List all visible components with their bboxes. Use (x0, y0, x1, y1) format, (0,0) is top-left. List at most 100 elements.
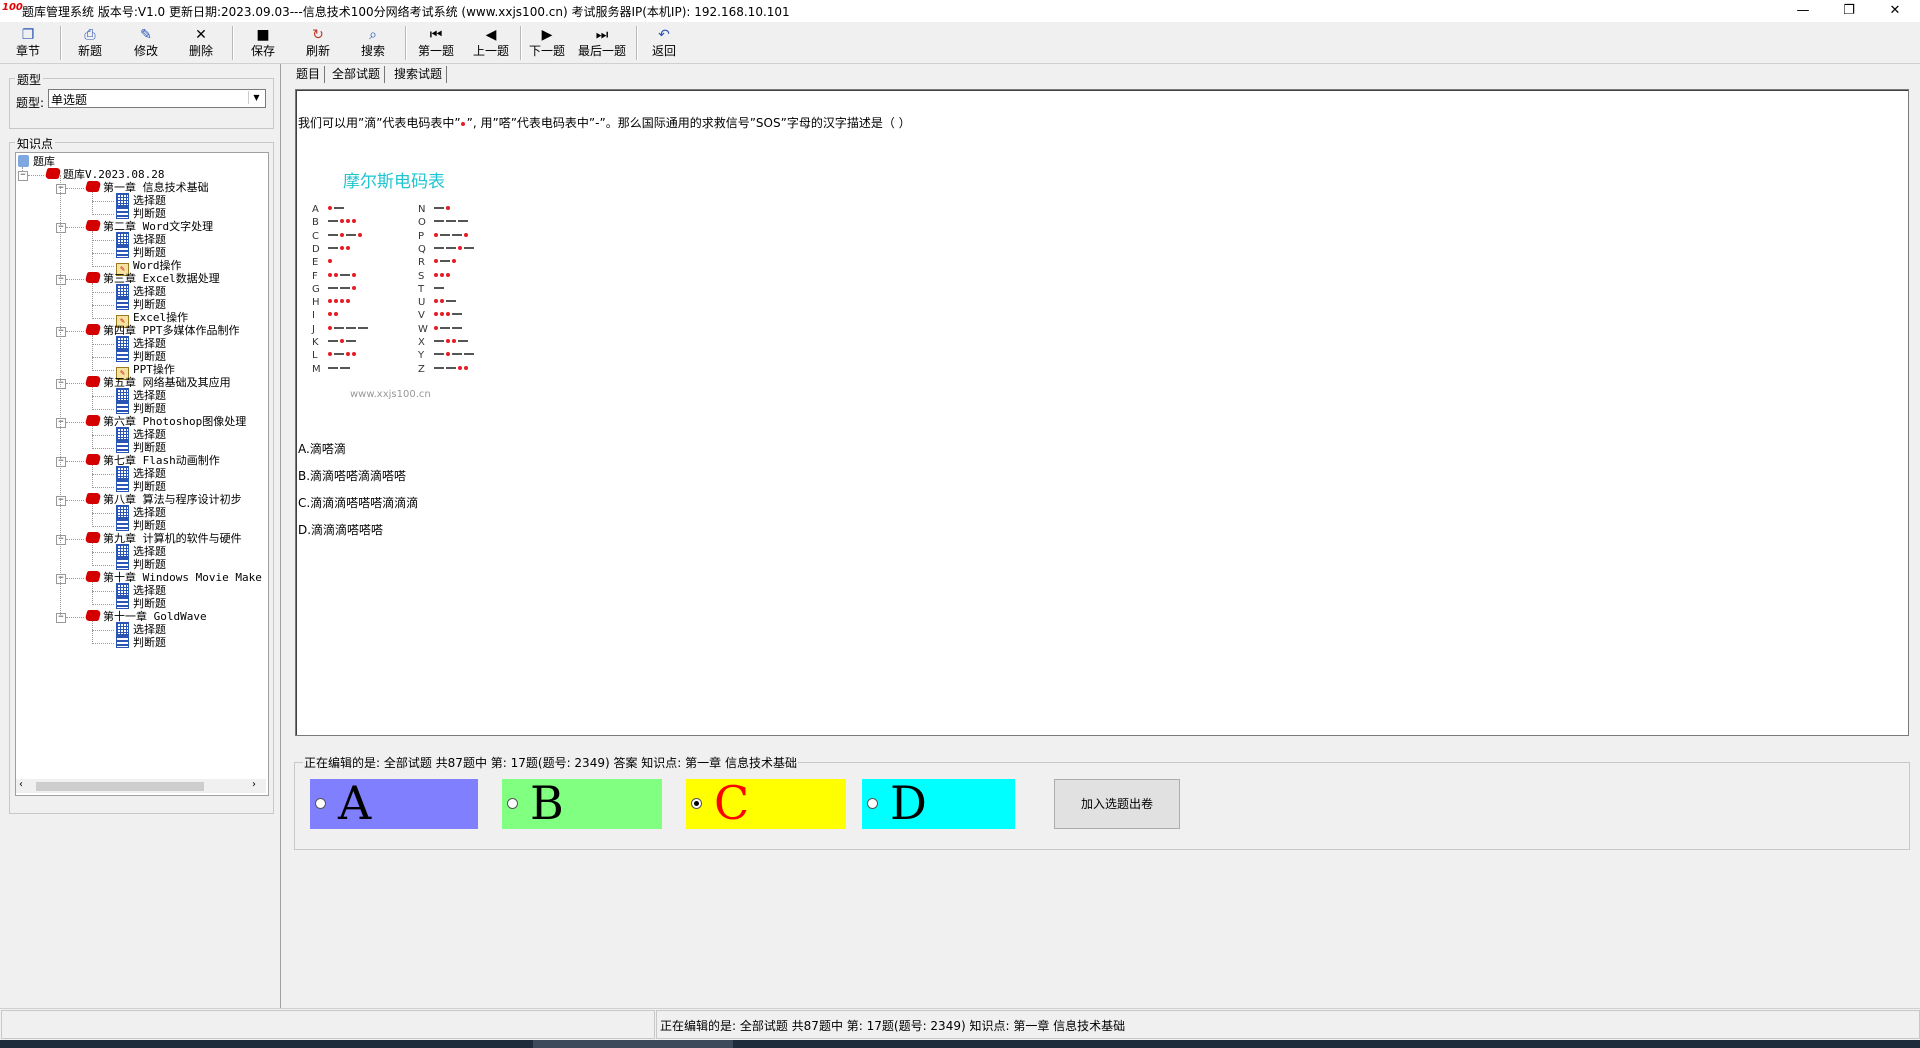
collapse-toggle-icon[interactable]: − (56, 574, 66, 584)
scroll-thumb[interactable] (36, 782, 204, 791)
close-button[interactable]: ✕ (1872, 0, 1918, 22)
new-icon: ⎙ (84, 27, 96, 43)
morse-dash (434, 246, 444, 249)
morse-letter: M (312, 363, 321, 375)
collapse-toggle-icon[interactable]: − (56, 535, 66, 545)
collapse-toggle-icon[interactable]: − (56, 613, 66, 623)
morse-dash (434, 286, 444, 289)
save-button[interactable]: ■ 保存 (237, 24, 289, 62)
collapse-toggle-icon[interactable]: − (56, 457, 66, 467)
morse-dash (346, 340, 356, 342)
question-panel[interactable] (295, 89, 1909, 736)
morse-row: Q (418, 243, 476, 257)
morse-letter: Y (418, 350, 425, 362)
edit-button[interactable]: ✎ 修改 (120, 24, 172, 62)
panel-splitter[interactable] (280, 64, 281, 1008)
morse-dash (446, 220, 456, 223)
morse-letter: P (418, 230, 425, 242)
morse-dash (434, 366, 444, 369)
tree-connector (92, 643, 114, 644)
collapse-toggle-icon[interactable]: − (56, 184, 66, 194)
knowledge-tree[interactable]: 题库 题库V.2023.08.28− 第一章 信息技术基础 − 选择题 判断题 第二章 Wo… (15, 152, 269, 796)
answer-radio[interactable] (867, 798, 878, 809)
tree-connector (66, 331, 84, 332)
morse-letter: I (312, 310, 315, 322)
search-button[interactable]: ⌕ 搜索 (347, 24, 399, 62)
tree-connector (92, 487, 114, 488)
scroll-right-icon[interactable]: › (252, 779, 256, 790)
taskbar (0, 1040, 1920, 1048)
collapse-toggle-icon[interactable]: − (56, 496, 66, 506)
tree-connector (92, 552, 114, 553)
answer-radio[interactable] (691, 798, 702, 809)
refresh-icon: ↻ (312, 27, 324, 43)
first-question-button[interactable]: ⏮ 第一题 (410, 24, 462, 62)
morse-dot (334, 272, 338, 277)
tree-horizontal-scrollbar[interactable]: ‹ › (16, 779, 266, 793)
morse-dash (328, 246, 338, 249)
morse-dot (328, 299, 332, 304)
answer-choice-d[interactable]: D (862, 776, 1015, 830)
answer-choice-c[interactable]: C (686, 776, 846, 830)
morse-dash (452, 326, 462, 329)
last-question-button[interactable]: ⏭ 最后一题 (574, 24, 630, 62)
minimize-button[interactable]: — (1780, 0, 1826, 22)
maximize-button[interactable]: ❐ (1826, 0, 1872, 22)
type-select[interactable]: 单选题 ▼ (48, 89, 266, 108)
delete-button[interactable]: ✕ 删除 (175, 24, 227, 62)
collapse-toggle-icon[interactable]: − (56, 379, 66, 389)
scroll-left-icon[interactable]: ‹ (19, 779, 23, 790)
morse-row: S (418, 270, 452, 284)
book-icon (84, 571, 102, 582)
prev-question-button[interactable]: ◀ 上一题 (465, 24, 517, 62)
collapse-toggle-icon[interactable]: − (56, 418, 66, 428)
tree-connector (92, 305, 114, 306)
tree-leaf[interactable]: 判断题 (116, 635, 166, 651)
next-question-button[interactable]: ▶ 下一题 (521, 24, 573, 62)
morse-letter: X (418, 337, 425, 348)
tree-connector (66, 578, 84, 579)
tree-connector (66, 279, 84, 280)
answer-radio[interactable] (315, 798, 326, 809)
first-icon: ⏮ (429, 27, 443, 43)
collapse-toggle-icon[interactable]: − (18, 171, 28, 181)
tab-all-questions[interactable]: 全部试题 (328, 66, 386, 83)
answer-choice-a[interactable]: A (310, 776, 478, 830)
morse-letter: S (418, 270, 425, 282)
morse-row: O (418, 216, 470, 230)
answer-choice-b[interactable]: B (502, 776, 662, 830)
morse-letter: A (312, 204, 319, 215)
tab-question[interactable]: 题目 (292, 66, 326, 83)
new-question-button[interactable]: ⎙ 新题 (64, 24, 116, 62)
morse-row: M (312, 363, 352, 377)
morse-letter: R (418, 257, 425, 269)
morse-dot (434, 232, 438, 237)
add-to-paper-button[interactable]: 加入选题出卷 (1054, 779, 1180, 829)
morse-dash (328, 366, 338, 369)
tree-chapter[interactable]: 第十章 Windows Movie Make (84, 570, 262, 586)
morse-row: V (418, 309, 464, 323)
chapter-button[interactable]: ❐ 章节 (2, 24, 54, 62)
tree-connector (92, 370, 114, 371)
tree-connector (66, 461, 84, 462)
back-button[interactable]: ↶ 返回 (638, 24, 690, 62)
collapse-toggle-icon[interactable]: − (56, 275, 66, 285)
answer-radio[interactable] (507, 798, 518, 809)
chevron-down-icon[interactable]: ▼ (248, 91, 264, 104)
collapse-toggle-icon[interactable]: − (56, 327, 66, 337)
refresh-button[interactable]: ↻ 刷新 (292, 24, 344, 62)
collapse-toggle-icon[interactable]: − (56, 223, 66, 233)
option-a: A.滴嗒滴 (298, 442, 346, 456)
tab-search-questions[interactable]: 搜索试题 (390, 66, 448, 83)
morse-letter: J (312, 323, 315, 335)
taskbar-active-item[interactable] (533, 1040, 733, 1048)
morse-dash (334, 207, 344, 209)
book-icon (84, 610, 102, 621)
morse-dash (458, 220, 468, 223)
morse-dot (340, 299, 344, 304)
book-icon (84, 376, 102, 387)
window-title: 题库管理系统 版本号:V1.0 更新日期:2023.09.03---信息技术10… (22, 5, 790, 19)
morse-letter: V (418, 310, 425, 322)
tree-chapter[interactable]: 第六章 Photoshop图像处理 (84, 414, 246, 430)
morse-row: L (312, 349, 358, 363)
